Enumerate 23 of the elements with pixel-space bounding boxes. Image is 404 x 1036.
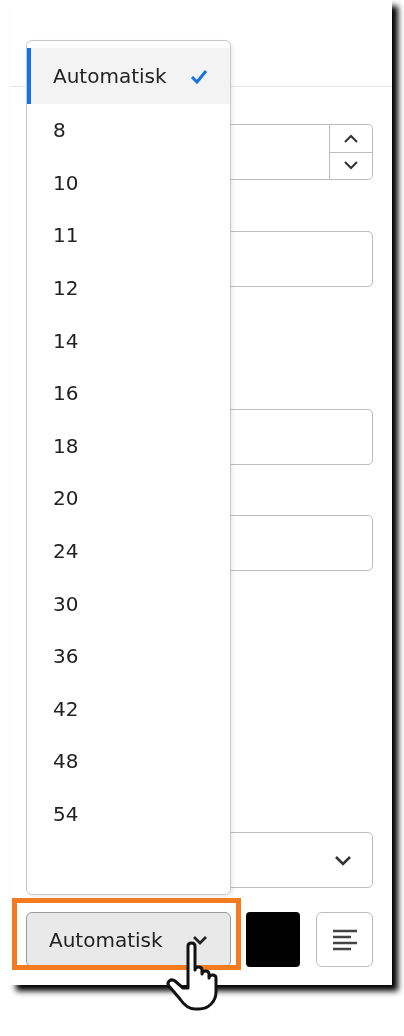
menu-option[interactable]: 54 xyxy=(27,787,230,841)
menu-option[interactable]: 24 xyxy=(27,524,230,578)
chevron-up-icon xyxy=(344,133,358,143)
menu-option[interactable]: 20 xyxy=(27,472,230,525)
menu-option[interactable]: 30 xyxy=(27,577,230,630)
menu-option[interactable]: 14 xyxy=(27,314,230,367)
menu-option[interactable]: 42 xyxy=(27,682,230,736)
menu-option[interactable]: 16 xyxy=(27,366,230,420)
menu-option[interactable]: 10 xyxy=(27,156,230,210)
chevron-down-icon xyxy=(344,161,358,171)
align-left-icon xyxy=(331,928,358,951)
menu-option[interactable]: Automatisk xyxy=(27,48,230,104)
menu-option[interactable]: 11 xyxy=(27,209,230,262)
menu-option[interactable]: 36 xyxy=(27,629,230,683)
menu-option[interactable]: 8 xyxy=(27,104,230,157)
menu-option[interactable]: 18 xyxy=(27,419,230,473)
font-size-dropdown[interactable]: Automatisk xyxy=(26,912,231,967)
color-swatch[interactable] xyxy=(246,912,300,967)
align-button[interactable] xyxy=(316,912,373,967)
menu-option[interactable]: 48 xyxy=(27,735,230,788)
chevron-down-icon xyxy=(334,854,352,866)
checkmark-icon xyxy=(190,68,208,84)
menu-option[interactable]: 12 xyxy=(27,261,230,315)
